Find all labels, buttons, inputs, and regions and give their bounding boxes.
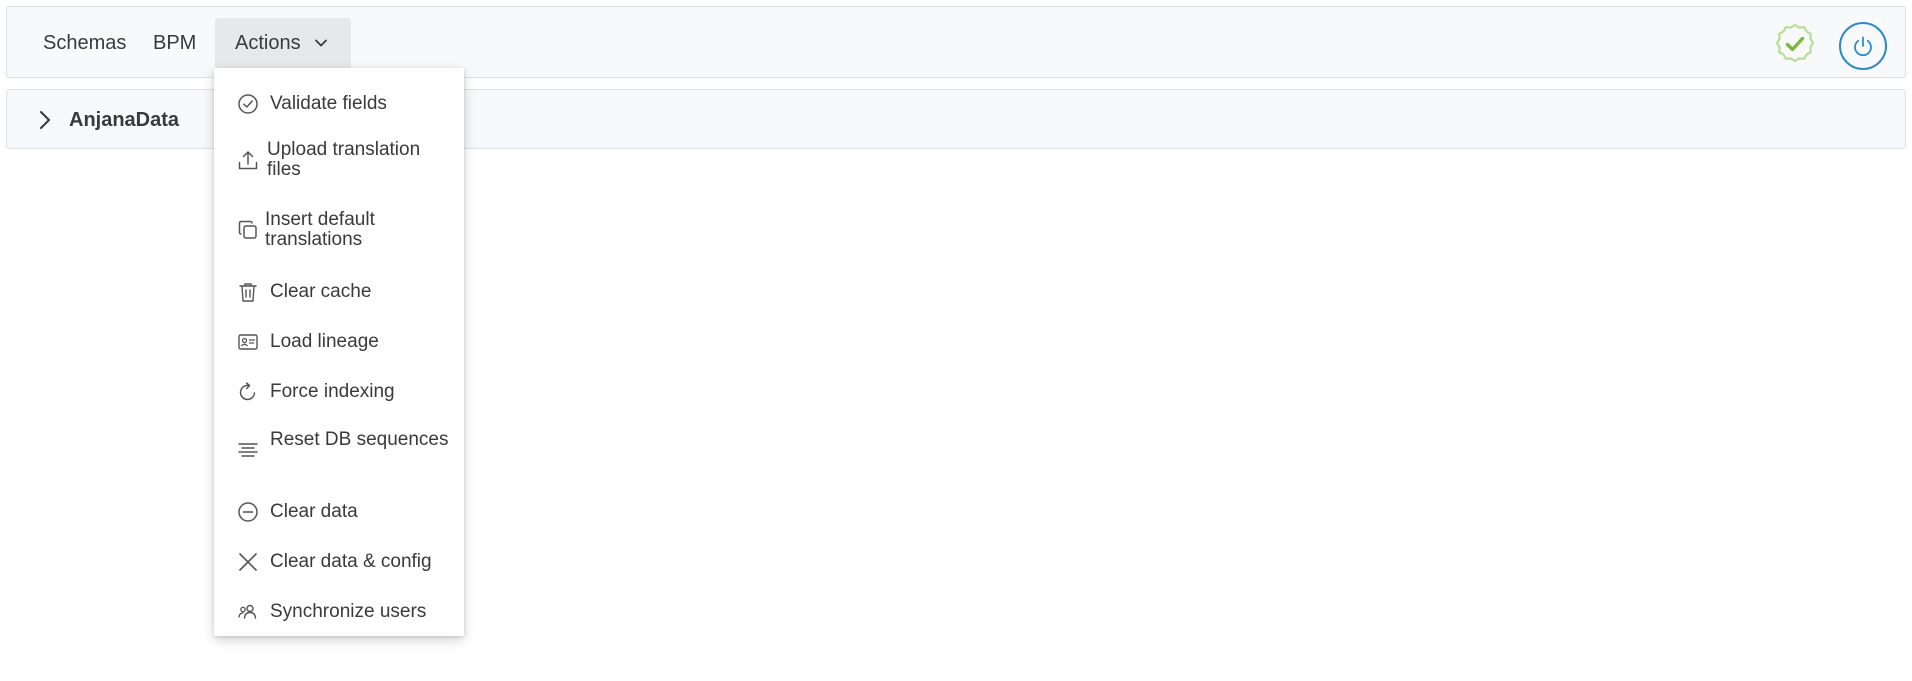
actions-dropdown-menu: Validate fields Upload translation files… [214, 68, 464, 636]
menu-item-label: Load lineage [270, 331, 379, 352]
menu-item-upload-translation-files[interactable]: Upload translation files [214, 134, 464, 186]
chevron-right-icon [40, 111, 50, 129]
menu-item-clear-data[interactable]: Clear data [214, 494, 464, 530]
menu-item-clear-cache[interactable]: Clear cache [214, 274, 464, 310]
menu-item-validate-fields[interactable]: Validate fields [214, 86, 464, 122]
menu-item-label: Force indexing [270, 381, 395, 402]
menu-item-clear-data-config[interactable]: Clear data & config [214, 544, 464, 580]
panel-title: AnjanaData [69, 109, 180, 131]
menu-item-insert-default-translations[interactable]: Insert default translations [214, 204, 464, 256]
menu-item-label: Upload translation files [267, 139, 421, 180]
menu-item-label: Synchronize users [270, 601, 427, 622]
menu-item-label: Clear data & config [270, 551, 432, 572]
check-circle-icon [236, 92, 260, 116]
nav-bpm[interactable]: BPM [133, 18, 216, 68]
menu-item-synchronize-users[interactable]: Synchronize users [214, 594, 464, 630]
copy-icon [236, 218, 260, 242]
refresh-icon [236, 380, 260, 404]
chevron-down-icon [314, 39, 327, 47]
menu-item-label: Clear cache [270, 281, 372, 302]
nav-bpm-label: BPM [153, 31, 197, 54]
menu-item-label: Clear data [270, 501, 358, 522]
menu-item-label: Validate fields [270, 93, 387, 114]
menu-item-force-indexing[interactable]: Force indexing [214, 374, 464, 410]
actions-dropdown-toggle[interactable]: Actions [215, 18, 351, 68]
menu-item-reset-db-sequences[interactable]: Reset DB sequences [214, 424, 464, 476]
status-ok-icon [1775, 23, 1815, 63]
panel-expand-toggle[interactable] [31, 108, 59, 132]
menu-item-label: Reset DB sequences [270, 429, 449, 450]
menu-item-load-lineage[interactable]: Load lineage [214, 324, 464, 360]
nav-schemas[interactable]: Schemas [23, 18, 146, 68]
trash-icon [236, 280, 260, 304]
nav-schemas-label: Schemas [43, 31, 127, 54]
upload-icon [236, 148, 260, 172]
menu-item-label: Insert default translations [265, 209, 375, 250]
logout-button[interactable] [1839, 22, 1887, 70]
close-icon [236, 550, 260, 574]
nav-actions-label: Actions [235, 31, 301, 54]
minus-circle-icon [236, 500, 260, 524]
power-icon [1854, 36, 1872, 57]
users-icon [236, 600, 260, 624]
align-center-icon [236, 438, 260, 462]
id-card-icon [236, 330, 260, 354]
